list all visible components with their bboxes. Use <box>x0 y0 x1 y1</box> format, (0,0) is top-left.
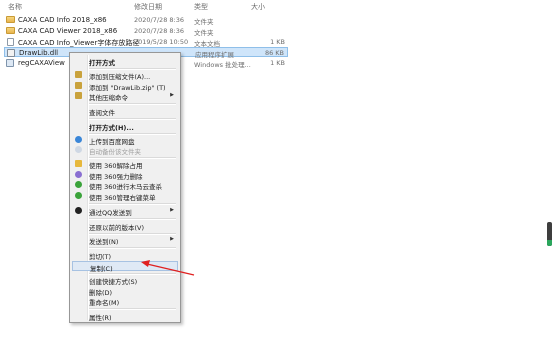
annotation-arrow <box>141 260 195 276</box>
scrollbar-accent <box>547 240 552 246</box>
